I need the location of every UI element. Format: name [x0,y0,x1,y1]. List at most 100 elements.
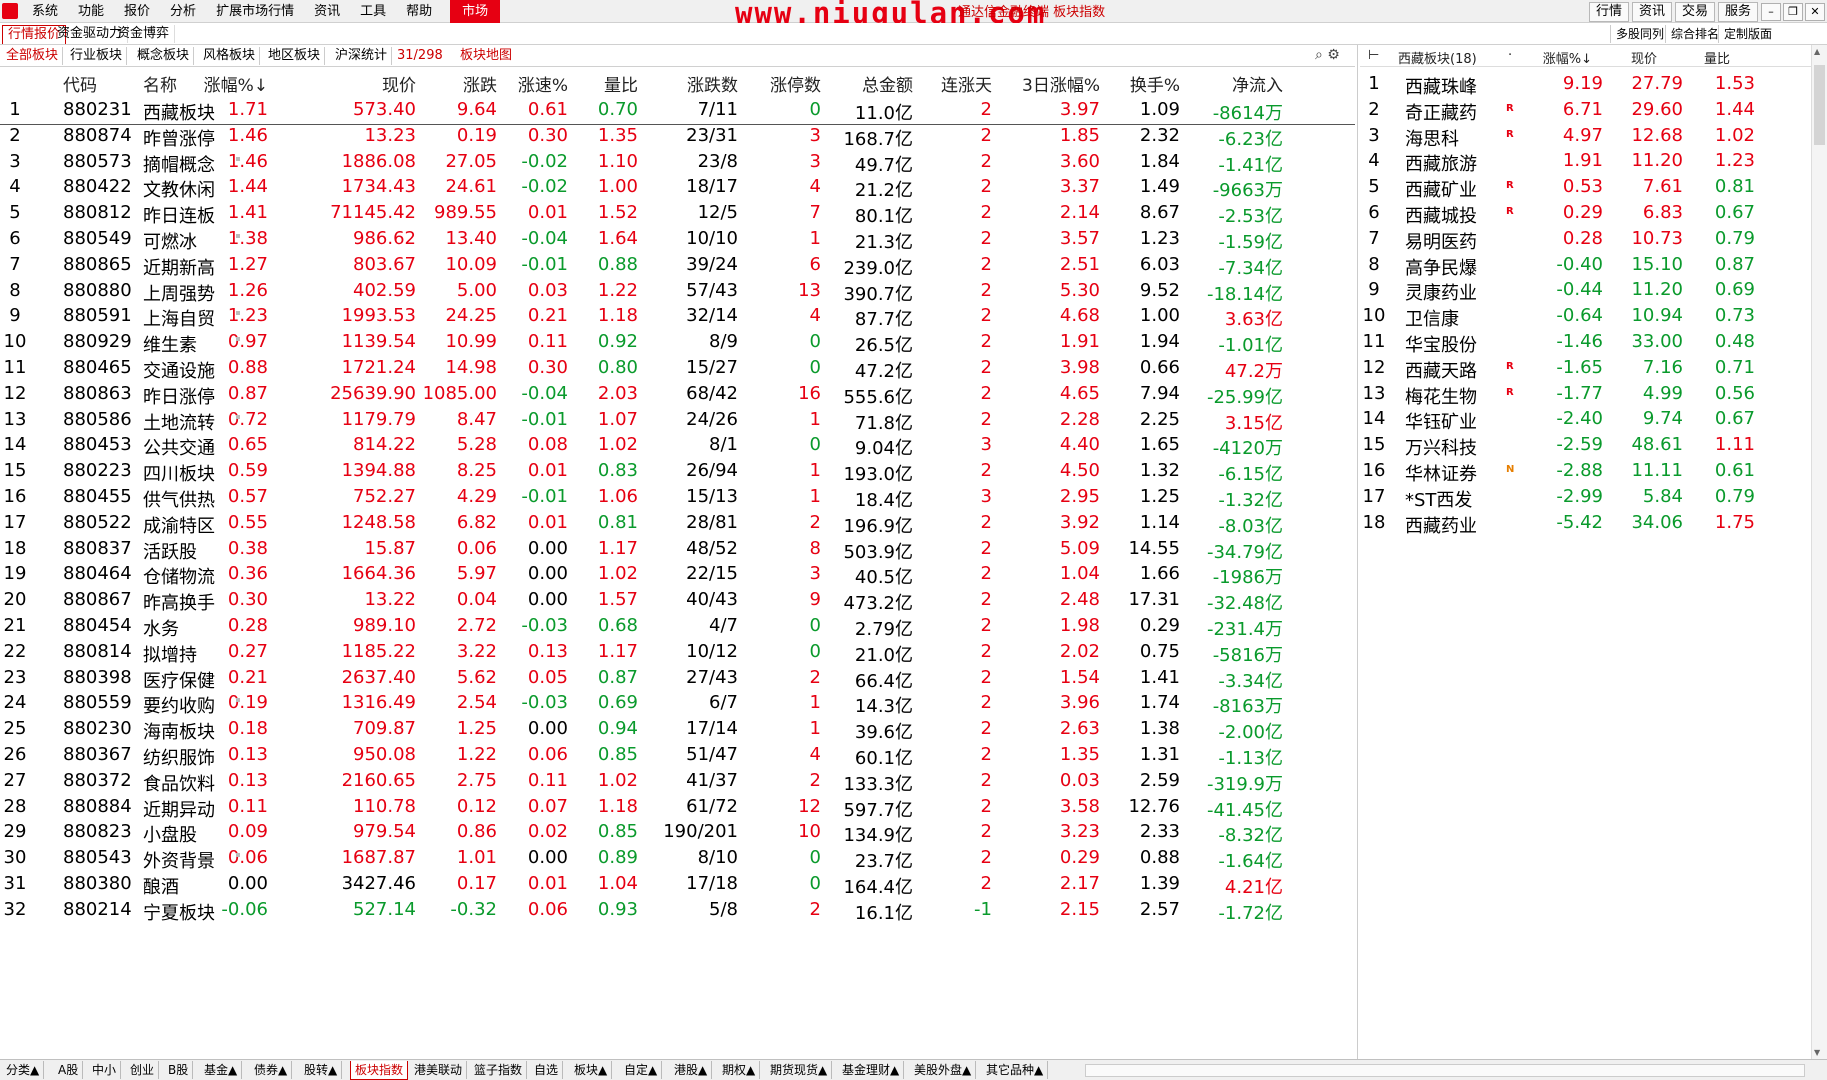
minimize-icon[interactable]: – [1761,2,1781,21]
up-streak: 2 [980,202,992,224]
block-map-tab[interactable]: 板块地图 [456,47,516,65]
menu-item[interactable]: 帮助 [396,0,442,23]
market-tab[interactable]: 自定▲ [620,1061,663,1079]
menu-item[interactable]: 分析 [160,0,206,23]
market-tab[interactable]: 基金▲ [200,1061,243,1079]
market-tab[interactable]: 篮子指数 [470,1061,528,1079]
side-header[interactable]: 量比 [1640,48,1730,67]
header-col-turnover[interactable]: 换手% [1070,71,1180,96]
up-streak: 2 [980,563,992,585]
header-col-streak[interactable]: 连涨天 [882,71,992,96]
menu-item[interactable]: 工具 [350,0,396,23]
row-index: 15 [1362,434,1386,456]
header-col-change-pct[interactable]: 涨幅%↓ [158,71,268,96]
stock-price: 33.00 [1631,331,1683,352]
change-pct: 0.11 [227,795,268,817]
change-pct: 0.13 [227,769,268,791]
scroll-up-icon[interactable]: ▲ [1814,47,1820,56]
block-code: 880929 [63,331,132,353]
row-index: 13 [3,408,27,430]
market-tab-bar: 分类▲ A股 中小 创业 B股 基金▲ 债券▲ 股转▲ 板块指数 港美联动 篮子指数 自选 板块▲ 自定▲… [0,1059,1827,1080]
stock-volume-ratio: 0.48 [1714,331,1755,352]
volume-ratio: 1.17 [597,537,638,559]
market-tab[interactable]: 板块▲ [570,1061,613,1079]
menu-item[interactable]: 报价 [114,0,160,23]
stock-price: 10.94 [1631,305,1683,327]
category-tab[interactable]: 全部板块 [2,47,64,65]
menu-item[interactable]: 资讯 [304,0,350,23]
block-code: 880464 [63,563,132,585]
market-tab[interactable]: 板块指数 [350,1061,409,1080]
layout-tab[interactable]: 定制版面 [1718,25,1777,43]
top-button[interactable]: 资讯 [1631,1,1672,22]
layout-tab[interactable]: 综合排名 [1665,25,1724,43]
row-index: 31 [3,873,27,894]
category-tab[interactable]: 风格板块 [199,47,261,65]
volume-ratio: 2.03 [597,382,638,404]
table-header: 代码 名称 涨幅%↓ 现价 涨跌 涨速% 量比 涨跌数 涨停数 总金额 连涨天 3日涨幅% 换手% 净流入 [0,67,1355,96]
stock-volume-ratio: 0.73 [1714,305,1755,327]
up-streak: 3 [980,434,992,456]
market-tab[interactable]: A股 [54,1061,84,1079]
up-streak: 2 [980,253,992,275]
block-code: 880549 [63,228,132,249]
row-index: 27 [3,769,27,791]
net-inflow: -1.72亿 [1218,902,1283,924]
market-tab[interactable]: 自选 [530,1061,564,1079]
up-streak: 2 [980,847,992,869]
pin-icon[interactable]: ⊢ [1368,48,1379,63]
menu-item[interactable]: 系统 [22,0,68,23]
scroll-thumb[interactable] [1814,65,1825,145]
margin-flag: R [1506,128,1514,140]
header-col-netflow[interactable]: 净流入 [1173,71,1283,96]
market-tab[interactable]: 港股▲ [670,1061,713,1079]
view-tab[interactable]: 资金博弈 [112,25,176,43]
block-code: 880863 [63,382,132,404]
market-tab[interactable]: 港美联动 [410,1061,468,1079]
menu-item-market[interactable]: 市场 [450,0,501,23]
market-tab[interactable]: 分类▲ [2,1061,45,1079]
gear-icon[interactable]: ⚙ [1327,47,1340,63]
top-button[interactable]: 交易 [1674,1,1715,22]
scroll-down-icon[interactable]: ▼ [1814,1048,1820,1057]
table-row[interactable]: 32 880214 宁夏板块 -0.06 527.14 -0.32 0.06 0.93 5/8 2… [0,895,1355,925]
category-tab[interactable]: 概念板块 [133,47,195,65]
restore-icon[interactable]: ❐ [1783,2,1803,21]
search-icon[interactable]: ⌕ [1315,47,1323,63]
stock-row[interactable]: 18 西藏药业 -5.42 34.06 1.75 [1360,508,1812,538]
block-code: 880880 [63,279,132,301]
market-tab[interactable]: 期货现货▲ [766,1061,833,1079]
change-pct: 0.57 [227,486,268,507]
market-tab[interactable]: 股转▲ [300,1061,343,1079]
turnover: 2.59 [1139,769,1180,791]
header-col-code[interactable]: 代码 [63,71,97,96]
row-index: 17 [3,511,27,533]
market-tab[interactable]: 创业 [126,1061,160,1079]
stock-price: 11.11 [1631,460,1683,481]
menu-item[interactable]: 扩展市场行情 [206,0,304,23]
market-tab[interactable]: 债券▲ [250,1061,293,1079]
category-tab[interactable]: 行业板块 [66,47,128,65]
horizontal-scrollbar[interactable] [1085,1064,1805,1077]
stock-change-pct: 0.28 [1562,227,1603,249]
close-icon[interactable]: ✕ [1805,2,1825,21]
category-tab[interactable]: 沪深统计 [331,47,393,65]
turnover: 1.66 [1139,563,1180,585]
turnover: 1.94 [1139,331,1180,353]
header-col-volume-ratio[interactable]: 量比 [528,71,638,96]
block-code: 880823 [63,821,132,843]
menu-item[interactable]: 功能 [68,0,114,23]
layout-tab[interactable]: 多股同列 [1610,25,1669,43]
row-index: 7 [9,253,21,275]
market-tab[interactable]: 美股外盘▲ [910,1061,977,1079]
top-button[interactable]: 行情 [1588,1,1629,22]
up-streak: 2 [980,666,992,688]
market-tab[interactable]: 期权▲ [718,1061,761,1079]
vertical-scrollbar[interactable]: ▲ ▼ [1811,45,1827,1059]
market-tab[interactable]: 基金理财▲ [838,1061,905,1079]
market-tab[interactable]: 中小 [88,1061,122,1079]
market-tab[interactable]: B股 [164,1061,194,1079]
category-tab[interactable]: 地区板块 [264,47,326,65]
top-button[interactable]: 服务 [1717,1,1758,22]
market-tab[interactable]: 其它品种▲ [982,1061,1049,1079]
